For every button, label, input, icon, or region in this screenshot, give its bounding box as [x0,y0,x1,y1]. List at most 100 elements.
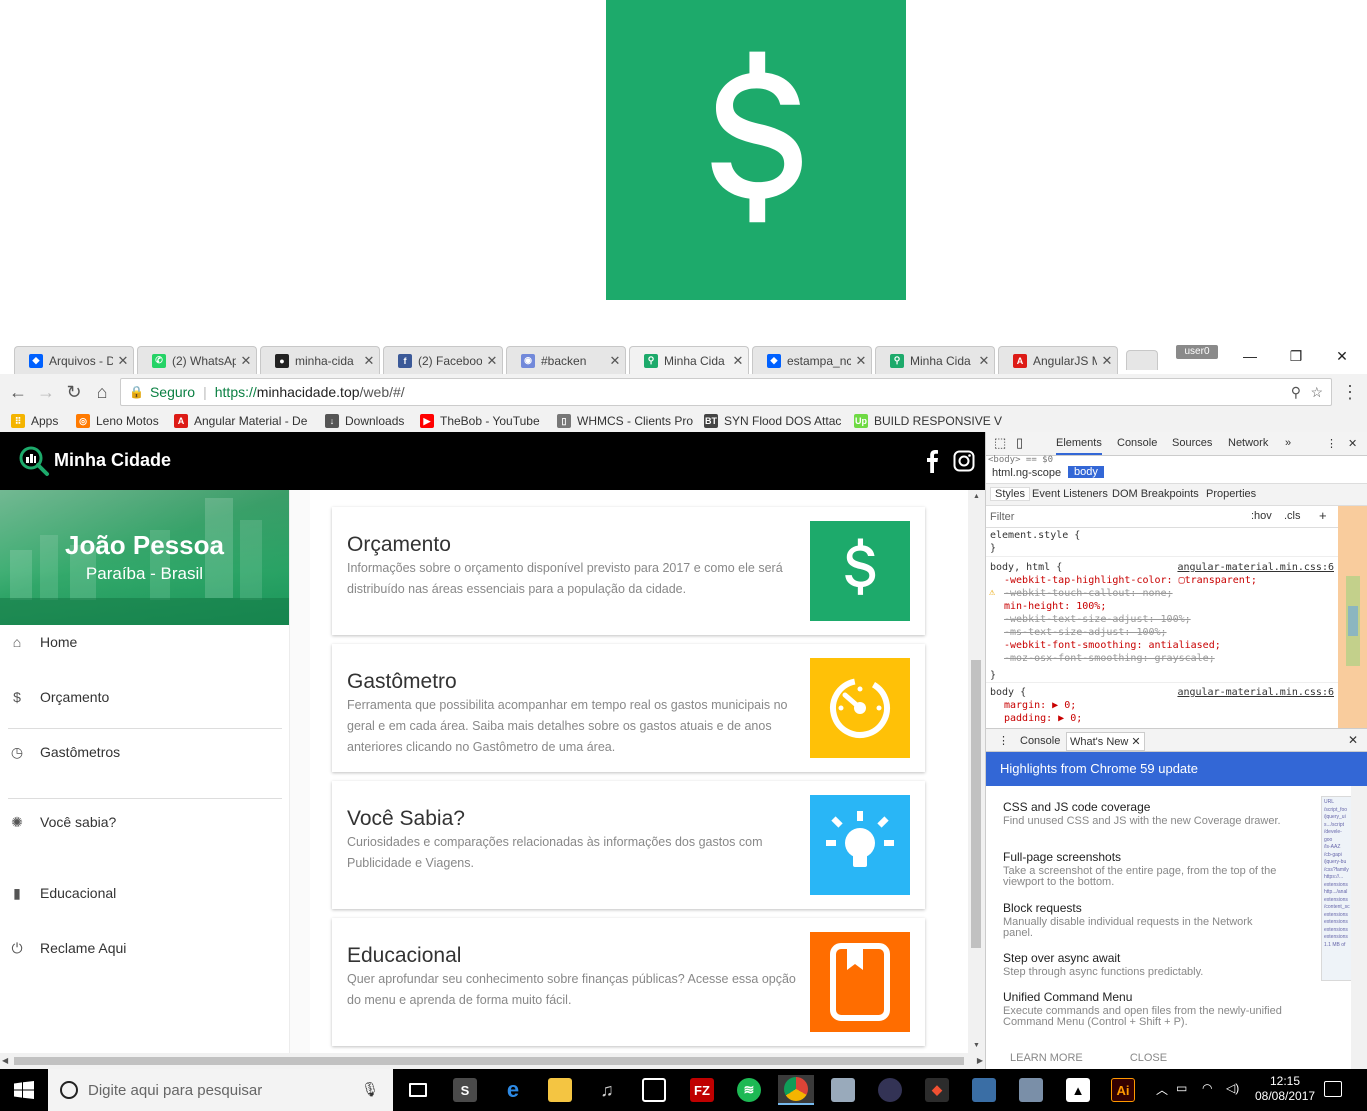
bookmark-item[interactable]: BT SYN Flood DOS Attac [704,412,841,430]
css-property[interactable]: padding: ▶ 0; [1004,713,1082,724]
wifi-icon[interactable]: ◠ [1202,1081,1212,1095]
close-icon[interactable]: ✕ [1097,353,1117,369]
more-tabs-button[interactable]: » [1285,437,1291,449]
zoom-icon[interactable]: ⚲ [1291,384,1301,401]
selected-node[interactable]: <body> == $0 [988,455,1053,465]
filezilla-icon[interactable]: FZ [684,1075,720,1105]
illustrator-icon[interactable]: Ai [1105,1075,1141,1105]
browser-tab[interactable]: ✆ (2) WhatsAp ✕ [137,346,257,374]
browser-tab[interactable]: ◉ #backen ✕ [506,346,626,374]
css-property[interactable]: -webkit-font-smoothing: antialiased; [1004,640,1221,651]
feature-card[interactable]: Você Sabia? Curiosidades e comparações re… [332,781,925,909]
horizontal-scrollbar[interactable]: ◀ ▶ [0,1053,985,1069]
sidebar-item-5[interactable]: ▮ Educacional [0,873,289,913]
subtab-styles[interactable]: Styles [990,487,1030,501]
app-icon[interactable] [872,1075,908,1105]
tab-elements[interactable]: Elements [1056,437,1102,455]
device-toggle-icon[interactable]: ▯ [1016,435,1023,451]
new-rule-icon[interactable]: + [1319,508,1327,523]
inspect-icon[interactable]: ⬚ [994,435,1006,451]
bookmark-item[interactable]: A Angular Material - De [174,412,307,430]
rule-selector[interactable]: body { [990,687,1026,698]
sidebar-item-1[interactable]: ⌂ Home [0,622,289,662]
news-title[interactable]: Unified Command Menu [1003,990,1283,1004]
devtools-menu-icon[interactable]: ⋮ [1326,437,1337,450]
dollar-icon[interactable] [810,521,910,621]
network-app-icon[interactable] [966,1075,1002,1105]
close-icon[interactable]: ✕ [359,353,379,369]
logo-icon[interactable] [18,445,50,477]
news-title[interactable]: Block requests [1003,901,1283,915]
browser-tab[interactable]: A AngularJS M ✕ [998,346,1118,374]
close-icon[interactable]: ✕ [1131,736,1140,748]
close-icon[interactable]: ✕ [236,353,256,369]
close-icon[interactable]: ✕ [851,353,871,369]
close-icon[interactable]: ✕ [113,353,133,369]
css-property[interactable]: min-height: 100%; [1004,601,1106,612]
sidebar-item-6[interactable]: ⏻ Reclame Aqui [0,928,289,968]
css-property[interactable]: margin: ▶ 0; [1004,700,1076,711]
reload-button[interactable]: ↻ [62,380,86,404]
rule-source-link[interactable]: angular-material.min.css:6 [1177,562,1334,573]
hov-button[interactable]: :hov [1251,510,1272,522]
clock[interactable]: 12:15 08/08/2017 [1255,1074,1315,1104]
close-news-button[interactable]: CLOSE [1130,1052,1167,1064]
notifications-icon[interactable] [1324,1081,1342,1097]
sublime-icon[interactable]: S [447,1075,483,1105]
browser-tab[interactable]: ◆ Arquivos - D ✕ [14,346,134,374]
close-icon[interactable]: ✕ [482,353,502,369]
news-title[interactable]: CSS and JS code coverage [1003,800,1283,814]
rule-source-link[interactable]: angular-material.min.css:6 [1177,687,1334,698]
image-viewer-icon[interactable]: ▲ [1060,1075,1096,1105]
minimize-button[interactable]: — [1230,345,1270,367]
task-view-icon[interactable] [400,1075,436,1105]
instagram-icon[interactable] [953,450,975,472]
feature-card[interactable]: Educacional Quer aprofundar seu conhecime… [332,918,925,1046]
chrome-icon[interactable] [778,1075,814,1105]
battery-icon[interactable]: ▭ [1176,1081,1187,1095]
headphones-icon[interactable]: ♫ [589,1075,625,1105]
feature-card[interactable]: Orçamento Informações sobre o orçamento d… [332,507,925,635]
forward-button[interactable]: → [34,380,58,404]
book-icon[interactable] [810,932,910,1032]
home-button[interactable]: ⌂ [90,380,114,404]
vertical-scrollbar[interactable]: ▲ ▼ [968,490,985,1053]
new-tab-button[interactable] [1126,350,1158,370]
drawer-menu-icon[interactable]: ⋮ [998,734,1009,747]
close-icon[interactable]: ✕ [728,353,748,369]
css-property[interactable]: -webkit-touch-callout: none; [1004,588,1173,599]
close-icon[interactable]: ✕ [605,353,625,369]
bookmark-item[interactable]: ▶ TheBob - YouTube [420,412,540,430]
store-icon[interactable] [636,1075,672,1105]
star-icon[interactable]: ☆ [1310,384,1323,401]
sidebar-item-2[interactable]: $ Orçamento [0,677,289,717]
browser-tab[interactable]: ● minha-cida ✕ [260,346,380,374]
cls-button[interactable]: .cls [1284,510,1301,522]
subtab-properties[interactable]: Properties [1206,488,1256,500]
tab-network[interactable]: Network [1228,437,1268,449]
browser-tab[interactable]: ◆ estampa_nc ✕ [752,346,872,374]
bookmark-item[interactable]: Up BUILD RESPONSIVE V [854,412,1002,430]
edge-icon[interactable]: e [495,1075,531,1105]
taskbar-search-input[interactable]: Digite aqui para pesquisar 🎙 [48,1069,393,1111]
spotify-icon[interactable]: ≋ [731,1075,767,1105]
windows-start-icon[interactable] [14,1081,34,1099]
breadcrumb-html[interactable]: html.ng-scope [992,467,1061,479]
browser-tab[interactable]: ⚲ Minha Cida ✕ [629,346,749,374]
restore-button[interactable]: ❐ [1276,345,1316,367]
url-input[interactable]: 🔒 Seguro | https://minhacidade.top/web/#… [120,378,1332,406]
bookmark-item[interactable]: ◎ Leno Motos [76,412,159,430]
app-title[interactable]: Minha Cidade [54,450,171,471]
css-property[interactable]: -webkit-text-size-adjust: 100%; [1004,614,1191,625]
git-icon[interactable]: ◆ [919,1075,955,1105]
menu-icon[interactable]: ⋮ [1338,380,1362,404]
facebook-icon[interactable] [922,449,942,473]
browser-tab[interactable]: f (2) Faceboo ✕ [383,346,503,374]
css-property[interactable]: -moz-osx-font-smoothing: grayscale; [1004,653,1215,664]
browser-tab[interactable]: ⚲ Minha Cida ✕ [875,346,995,374]
back-button[interactable]: ← [6,380,30,404]
subtab-dom-breakpoints[interactable]: DOM Breakpoints [1112,488,1199,500]
drawer-close-icon[interactable]: ✕ [1348,733,1358,747]
devtools-close-icon[interactable]: ✕ [1348,437,1357,450]
news-scrollbar[interactable] [1351,786,1367,1069]
